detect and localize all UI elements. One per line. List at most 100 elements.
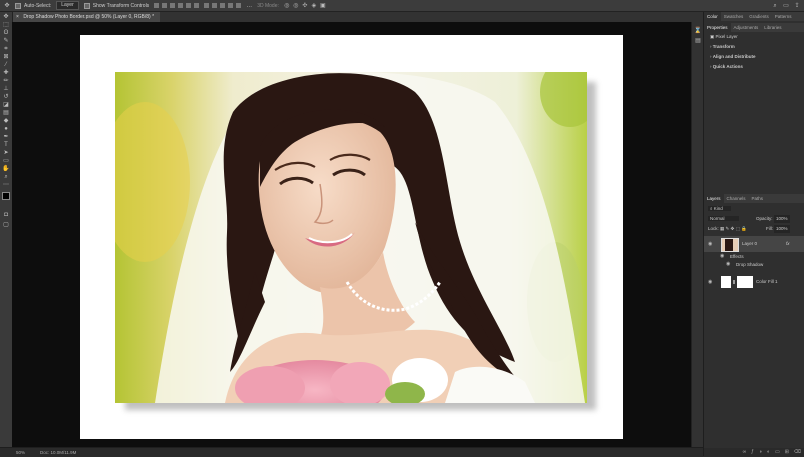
align-top-icon[interactable] (178, 3, 184, 8)
trash-icon[interactable]: ⌫ (794, 448, 801, 456)
tab-channels[interactable]: Channels (724, 194, 749, 203)
fill-field[interactable]: 100% (774, 225, 790, 233)
3d-pan-icon[interactable]: ✣ (302, 3, 308, 9)
eraser-tool-icon[interactable]: ◪ (2, 102, 10, 108)
search-icon[interactable]: ⌕ (772, 3, 778, 9)
distribute-icon[interactable] (220, 3, 226, 8)
align-right-icon[interactable] (170, 3, 176, 8)
tab-libraries[interactable]: Libraries (761, 23, 784, 32)
healing-brush-tool-icon[interactable]: ✚ (2, 70, 10, 76)
more-tools-icon[interactable]: ⋯ (2, 182, 10, 188)
lock-icon[interactable]: ▦ ✎ ✥ ⬚ 🔒 (720, 226, 747, 231)
close-icon[interactable]: × (16, 14, 19, 20)
history-panel-icon[interactable]: ⌛ (694, 28, 702, 34)
marquee-tool-icon[interactable]: ⬚ (2, 22, 10, 28)
tab-adjustments[interactable]: Adjustments (731, 23, 762, 32)
clone-stamp-tool-icon[interactable]: ⊥ (2, 86, 10, 92)
3d-roll-icon[interactable]: ◎ (293, 3, 299, 9)
layer-filter-row: ⌕ Kind (704, 205, 804, 213)
effects-row[interactable]: ◉ Effects (704, 253, 804, 260)
drop-shadow-row[interactable]: ◉ Drop Shadow (704, 261, 804, 268)
auto-select-group[interactable]: Auto-Select: (15, 2, 51, 9)
layer-row-layer-0[interactable]: ◉ Layer 0 fx (704, 236, 804, 252)
blend-row: Normal Opacity: 100% (704, 215, 804, 223)
new-layer-icon[interactable]: ⊞ (785, 448, 789, 456)
tab-properties[interactable]: Properties (704, 23, 731, 32)
tab-layers[interactable]: Layers (704, 194, 724, 203)
mask-icon[interactable]: ◑ (759, 448, 762, 456)
align-center-icon[interactable] (162, 3, 168, 8)
properties-panel-tabs: Properties Adjustments Libraries (704, 23, 804, 32)
transform-controls-checkbox[interactable] (83, 2, 90, 9)
pen-tool-icon[interactable]: ✒ (2, 134, 10, 140)
gradient-tool-icon[interactable]: ▤ (2, 110, 10, 116)
lasso-tool-icon[interactable]: ʘ (2, 30, 10, 36)
pixel-layer-label: ▣ Pixel Layer (710, 34, 738, 39)
workspace-icon[interactable]: ▭ (783, 3, 789, 9)
adjustment-icon[interactable]: ◐ (767, 448, 770, 456)
align-bottom-icon[interactable] (194, 3, 200, 8)
3d-slide-icon[interactable]: ◈ (311, 3, 317, 9)
distribute-icon[interactable] (228, 3, 234, 8)
color-panel-tabs: Color Swatches Gradients Patterns (704, 12, 804, 21)
distribute-icon[interactable] (236, 3, 242, 8)
move-tool-icon[interactable]: ✥ (4, 3, 10, 9)
visibility-eye-icon[interactable]: ◉ (708, 241, 713, 247)
tab-color[interactable]: Color (704, 12, 721, 21)
libraries-panel-icon[interactable]: ▤ (694, 38, 702, 44)
blend-mode-dropdown[interactable]: Normal (708, 216, 739, 221)
kind-filter-dropdown[interactable]: ⌕ Kind (708, 206, 731, 211)
frame-tool-icon[interactable]: ⊠ (2, 54, 10, 60)
hand-tool-icon[interactable]: ✋ (2, 166, 10, 172)
tab-gradients[interactable]: Gradients (746, 12, 772, 21)
zoom-tool-icon[interactable]: ⌕ (2, 174, 10, 180)
transform-controls-label: Show Transform Controls (92, 2, 150, 9)
screen-mode-icon[interactable]: ▢ (2, 222, 10, 228)
tab-paths[interactable]: Paths (749, 194, 767, 203)
distribute-icon[interactable] (212, 3, 218, 8)
document-tab[interactable]: × Drop Shadow Photo Border.psd @ 50% (La… (12, 12, 161, 22)
layer-thumbnail (721, 238, 739, 252)
3d-orbit-icon[interactable]: ◎ (284, 3, 290, 9)
layer-row-color-fill-1[interactable]: ◉ Color Fill 1 (704, 274, 804, 290)
brush-tool-icon[interactable]: ✏ (2, 78, 10, 84)
section-quick-actions[interactable]: › Quick Actions (704, 62, 804, 72)
drop-shadow-eye-icon[interactable]: ◉ (726, 261, 731, 268)
type-tool-icon[interactable]: T (2, 142, 10, 148)
auto-select-checkbox[interactable] (15, 2, 21, 9)
crop-tool-icon[interactable]: ⌗ (2, 46, 10, 52)
visibility-eye-icon[interactable]: ◉ (708, 279, 713, 285)
quick-select-tool-icon[interactable]: ✎ (2, 38, 10, 44)
dodge-tool-icon[interactable]: ● (2, 126, 10, 132)
foreground-color-swatch[interactable] (2, 192, 10, 200)
layer-name[interactable]: Color Fill 1 (756, 279, 778, 284)
3d-scale-icon[interactable]: ▣ (320, 3, 326, 9)
auto-select-dropdown[interactable]: Layer (56, 1, 79, 10)
effects-eye-icon[interactable]: ◉ (720, 253, 725, 260)
fx-badge[interactable]: fx (786, 241, 790, 246)
section-align-distribute[interactable]: › Align and Distribute (704, 52, 804, 62)
distribute-icon[interactable] (204, 3, 210, 8)
align-left-icon[interactable] (154, 3, 160, 8)
fx-icon[interactable]: ƒ (751, 448, 754, 456)
folder-icon[interactable]: ▭ (775, 448, 780, 456)
options-bar: ✥ Auto-Select: Layer Show Transform Cont… (0, 0, 804, 12)
tab-swatches[interactable]: Swatches (721, 12, 747, 21)
section-transform[interactable]: › Transform (704, 42, 804, 52)
quick-mask-icon[interactable]: ◘ (2, 212, 10, 218)
layer-name[interactable]: Layer 0 (742, 241, 757, 246)
path-select-tool-icon[interactable]: ➤ (2, 150, 10, 156)
more-options-icon[interactable]: … (246, 3, 252, 9)
eyedropper-tool-icon[interactable]: ⁄ (2, 62, 10, 68)
move-tool-icon[interactable]: ✥ (2, 14, 10, 20)
transform-controls-group[interactable]: Show Transform Controls (83, 2, 150, 9)
tab-patterns[interactable]: Patterns (772, 12, 795, 21)
bride-photo[interactable] (115, 72, 587, 403)
link-layers-icon[interactable]: ∞ (743, 448, 747, 456)
opacity-field[interactable]: 100% (774, 215, 790, 223)
share-icon[interactable]: ⇪ (794, 3, 800, 9)
rectangle-tool-icon[interactable]: ▭ (2, 158, 10, 164)
align-middle-icon[interactable] (186, 3, 192, 8)
history-brush-tool-icon[interactable]: ↺ (2, 94, 10, 100)
blur-tool-icon[interactable]: ◆ (2, 118, 10, 124)
